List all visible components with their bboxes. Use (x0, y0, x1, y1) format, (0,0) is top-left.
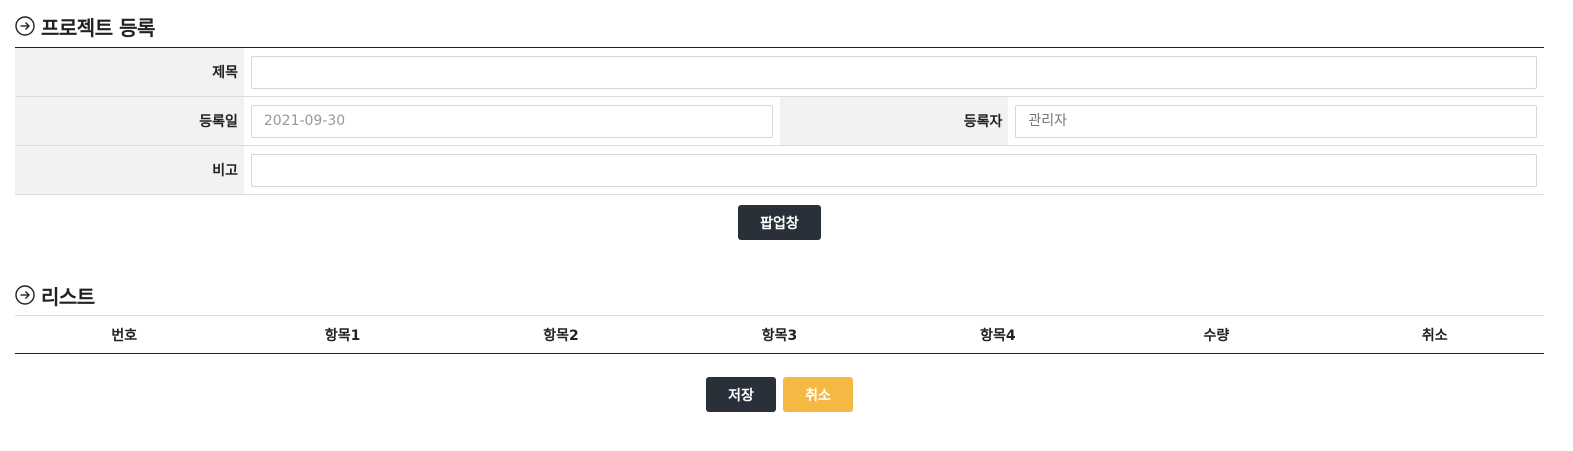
cancel-button[interactable]: 취소 (783, 377, 853, 412)
form-row-note: 비고 (15, 146, 1544, 195)
list-table: 번호 항목1 항목2 항목3 항목4 수량 취소 (15, 315, 1544, 354)
list-header-row: 번호 항목1 항목2 항목3 항목4 수량 취소 (15, 316, 1544, 353)
popup-button[interactable]: 팝업창 (738, 205, 821, 240)
register-title-text: 프로젝트 등록 (41, 15, 155, 40)
column-header-item3: 항목3 (761, 327, 798, 344)
column-header-number: 번호 (111, 327, 138, 344)
title-input[interactable] (251, 55, 1537, 89)
note-input[interactable] (251, 153, 1537, 187)
author-cell (1008, 97, 1544, 145)
arrow-right-circle-icon (15, 16, 35, 36)
column-header-quantity: 수량 (1203, 327, 1230, 344)
note-cell (244, 146, 1544, 194)
note-label: 비고 (15, 146, 244, 194)
arrow-right-circle-icon (15, 285, 35, 305)
date-input[interactable] (250, 104, 773, 138)
save-button[interactable]: 저장 (706, 377, 776, 412)
author-label: 등록자 (779, 97, 1009, 145)
register-section-title: 프로젝트 등록 (15, 12, 155, 40)
title-label: 제목 (15, 48, 244, 96)
form-row-date-author: 등록일 등록자 (15, 97, 1544, 146)
list-title-text: 리스트 (41, 284, 95, 309)
title-cell (244, 48, 1544, 96)
list-section-title: 리스트 (15, 281, 95, 309)
author-input[interactable] (1015, 104, 1537, 138)
date-label: 등록일 (15, 97, 244, 145)
column-header-item2: 항목2 (543, 327, 579, 344)
column-header-item4: 항목4 (980, 327, 1016, 344)
date-cell (244, 97, 780, 145)
project-register-page: 프로젝트 등록 제목 등록일 등록자 비고 팝업창 (0, 0, 1573, 451)
form-row-title: 제목 (15, 48, 1544, 97)
register-form: 제목 등록일 등록자 비고 (15, 47, 1544, 195)
column-header-item1: 항목1 (324, 327, 361, 344)
column-header-cancel: 취소 (1421, 327, 1448, 344)
